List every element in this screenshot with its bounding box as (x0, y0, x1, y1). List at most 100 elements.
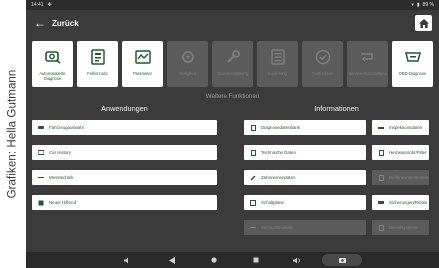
list-item-wiring-diagrams[interactable]: Schaltpläne (244, 195, 366, 210)
tile-service-reset[interactable]: Service-Rückstellung (347, 41, 388, 87)
help-call-icon (38, 200, 44, 206)
applications-column: Anwendungen Fahrzeugauswahl Car History … (32, 103, 217, 235)
recents-nav-icon[interactable] (251, 252, 261, 268)
tile-coding[interactable]: Codierung (257, 41, 298, 87)
information-heading: Informationen (314, 104, 359, 113)
list-item-label: Technische Daten (261, 150, 296, 155)
list-item-measurement[interactable]: Messtechnik (32, 170, 217, 185)
tile-error-code[interactable]: Fehlercode (77, 41, 118, 87)
tile-actuator[interactable]: Stellglied (167, 41, 208, 87)
tile-label: Testfunktion (311, 71, 334, 76)
fuse-icon (378, 200, 384, 206)
list-item-label: Diagnosedatenbank (261, 125, 301, 130)
tile-label: Codierung (268, 71, 287, 76)
list-item-vehicle-selection[interactable]: Fahrzeugauswahl (32, 120, 217, 135)
tile-label: Fehlercode (87, 71, 108, 76)
list-item-label: Car History (49, 150, 71, 155)
information-list-secondary: Inspektionsdaten Heizwassrohr/Filter Rei… (372, 120, 429, 235)
error-code-icon (89, 48, 107, 66)
tire-icon (378, 174, 384, 181)
measurement-icon (38, 175, 44, 181)
list-item-technical-data[interactable]: Technische Daten (244, 145, 366, 160)
home-nav-icon[interactable] (209, 252, 219, 268)
image-credit: Grafiken: Hella Gutmann (0, 0, 24, 268)
applications-heading: Anwendungen (101, 104, 148, 113)
wrench-icon (224, 48, 242, 66)
tablet-screen: 14:41 ✤ ▾ ▮ 89 % ← Zurück Automatisierte… (26, 0, 439, 268)
tile-test-function[interactable]: Testfunktion (302, 41, 343, 87)
coding-icon (269, 48, 287, 66)
screenshot-button[interactable] (322, 252, 362, 268)
back-label: Zurück (52, 18, 79, 28)
section-title: Weitere Funktionen (205, 93, 260, 100)
list-item-diagnosis-database[interactable]: Diagnosedatenbank (244, 120, 366, 135)
list-item-label: Inspektionsdaten (389, 125, 423, 130)
notification-icon: ✤ (47, 2, 52, 8)
volume-down-icon[interactable] (122, 252, 132, 268)
database-icon (250, 124, 256, 131)
inspection-icon (378, 125, 384, 131)
app-bar: ← Zurück (26, 10, 439, 36)
list-item-heater-filter[interactable]: Heizwassrohr/Filter (372, 145, 429, 160)
tile-basic-setting[interactable]: Grundeinstellung (212, 41, 253, 87)
list-item-label: Messtechnik (49, 175, 74, 180)
camera-icon (322, 254, 362, 266)
car-diagnosis-icon (44, 48, 62, 66)
list-item-label: Schaltpläne (261, 200, 284, 205)
service-notes-icon (250, 225, 256, 231)
function-tiles: Automatisierte Diagnose Fehlercode Param… (26, 36, 439, 87)
tile-obd-diagnosis[interactable]: OBD-Diagnose (392, 41, 433, 87)
obd-icon (404, 48, 422, 66)
list-item-label: Zahnriemendaten (261, 175, 296, 180)
history-icon (38, 150, 44, 156)
belt-icon (250, 175, 256, 181)
tile-label: Parameter (132, 71, 153, 76)
list-item-label: Heizwassrohr/Filter (389, 150, 427, 155)
tile-label: Stellglied (179, 71, 196, 76)
list-item-timing-belt[interactable]: Zahnriemendaten (244, 170, 366, 185)
list-item-label: Servicehinweise (261, 225, 293, 230)
document-icon (250, 149, 256, 156)
tile-label: OBD-Diagnose (398, 71, 427, 76)
tile-label: Service-Rückstellung (348, 71, 387, 76)
system-navigation-bar (26, 252, 439, 268)
list-item-new-help-call[interactable]: Neuer Hilferuf (32, 195, 217, 210)
battery-level: 89 % (422, 2, 434, 8)
list-item-label: Neuer Hilferuf (49, 200, 77, 205)
list-item-label: Sicherungen/Relais (389, 200, 428, 205)
list-item-tire-components[interactable]: Reifenkomponenten (372, 170, 429, 185)
check-icon (314, 48, 332, 66)
list-item-inspection-data[interactable]: Inspektionsdaten (372, 120, 429, 135)
home-icon (418, 18, 429, 28)
actuator-icon (179, 48, 197, 66)
information-list: Diagnosedatenbank Technische Daten Zahnr… (244, 120, 366, 235)
status-bar: 14:41 ✤ ▾ ▮ 89 % (26, 0, 439, 10)
service-reset-icon (359, 48, 377, 66)
volume-up-icon[interactable] (292, 252, 302, 268)
parameter-icon (134, 48, 152, 66)
car-icon (38, 125, 44, 131)
list-item-car-history[interactable]: Car History (32, 145, 217, 160)
tile-label: Automatisierte Diagnose (39, 71, 66, 81)
tile-label: Grundeinstellung (217, 71, 248, 76)
information-column: Informationen Diagnosedatenbank Technisc… (244, 103, 429, 235)
battery-icon: ▮ (416, 2, 420, 8)
tile-parameter[interactable]: Parameter (122, 41, 163, 87)
credit-text: Grafiken: Hella Gutmann (6, 69, 19, 199)
back-button[interactable]: ← Zurück (34, 17, 79, 29)
list-item-label: Dieselsysteme (389, 225, 418, 230)
wifi-icon: ▾ (411, 2, 414, 8)
filter-icon (378, 149, 384, 156)
wiring-icon (250, 199, 256, 206)
status-time: 14:41 (31, 2, 44, 8)
list-item-label: Fahrzeugauswahl (49, 125, 84, 130)
back-nav-icon[interactable] (167, 252, 177, 268)
home-button[interactable] (415, 15, 432, 31)
diesel-icon (378, 224, 384, 231)
list-item-service-notes[interactable]: Servicehinweise (244, 220, 366, 235)
function-columns: Anwendungen Fahrzeugauswahl Car History … (26, 103, 439, 235)
list-item-diesel-systems[interactable]: Dieselsysteme (372, 220, 429, 235)
tile-automated-diagnosis[interactable]: Automatisierte Diagnose (32, 41, 73, 87)
list-item-label: Reifenkomponenten (389, 175, 429, 180)
list-item-fuses-relays[interactable]: Sicherungen/Relais (372, 195, 429, 210)
